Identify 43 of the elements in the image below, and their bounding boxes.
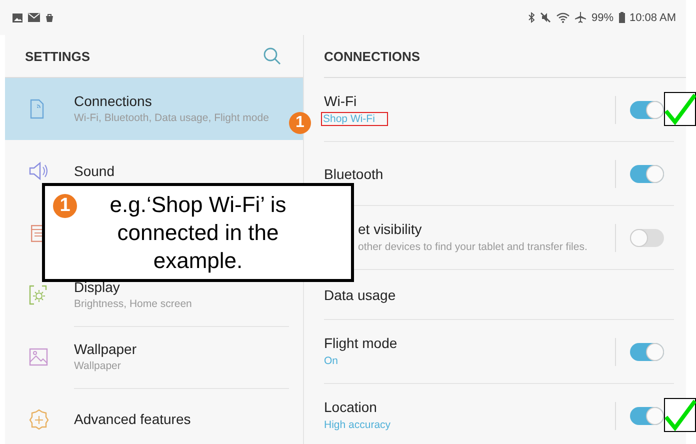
- search-icon[interactable]: [263, 47, 281, 65]
- toggle-switch[interactable]: [630, 406, 664, 424]
- setting-subtitle: other devices to find your tablet and transfer files.: [358, 240, 588, 252]
- setting-title: et visibility: [358, 220, 423, 236]
- speaker-icon: [28, 160, 50, 182]
- panel-title: CONNECTIONS: [324, 48, 420, 64]
- mute-icon: [540, 12, 552, 23]
- bluetooth-icon: [528, 12, 536, 23]
- setting-title: Location: [324, 398, 378, 414]
- setting-title: Wi-Fi: [324, 92, 358, 108]
- image-icon: [12, 12, 23, 22]
- number-badge: 1: [53, 194, 77, 218]
- item-title: Connections: [74, 93, 153, 109]
- bag-icon: [45, 13, 54, 22]
- setting-title: Flight mode: [324, 334, 398, 350]
- item-subtitle: Brightness, Home screen: [74, 298, 193, 310]
- setting-subtitle: Shop Wi-Fi: [321, 112, 388, 126]
- clock-time: 10:08 AM: [630, 12, 676, 24]
- callout-text: e.g.‘Shop Wi-Fi’ is connected in the example.: [108, 190, 288, 274]
- toggle-switch[interactable]: [630, 228, 664, 246]
- battery-icon: [618, 12, 625, 23]
- item-title: Wallpaper: [74, 341, 138, 357]
- wifi-icon: [556, 12, 570, 23]
- item-title: Display: [74, 279, 121, 295]
- toggle-switch[interactable]: [630, 100, 664, 118]
- setting-subtitle: High accuracy: [324, 418, 391, 430]
- airplane-icon: [575, 12, 586, 23]
- setting-subtitle: On: [324, 354, 338, 366]
- gear-plus-icon: [28, 408, 50, 430]
- setting-title: Bluetooth: [324, 166, 384, 182]
- setting-title: Data usage: [324, 286, 397, 302]
- sidebar-item[interactable]: Wallpaper Wallpaper: [5, 326, 303, 388]
- item-title: Sound: [74, 162, 116, 178]
- panel-title: SETTINGS: [25, 48, 90, 64]
- image-icon: [28, 346, 50, 368]
- mail-icon: [28, 13, 40, 22]
- toggle-switch[interactable]: [630, 342, 664, 360]
- sidebar-item[interactable]: Advanced features: [5, 388, 303, 444]
- toggle-switch[interactable]: [630, 164, 664, 182]
- battery-percentage: 99%: [591, 12, 614, 24]
- item-title: Advanced features: [74, 410, 192, 426]
- item-subtitle: Wallpaper: [74, 360, 122, 372]
- item-subtitle: Wi-Fi, Bluetooth, Data usage, Flight mode: [74, 112, 270, 124]
